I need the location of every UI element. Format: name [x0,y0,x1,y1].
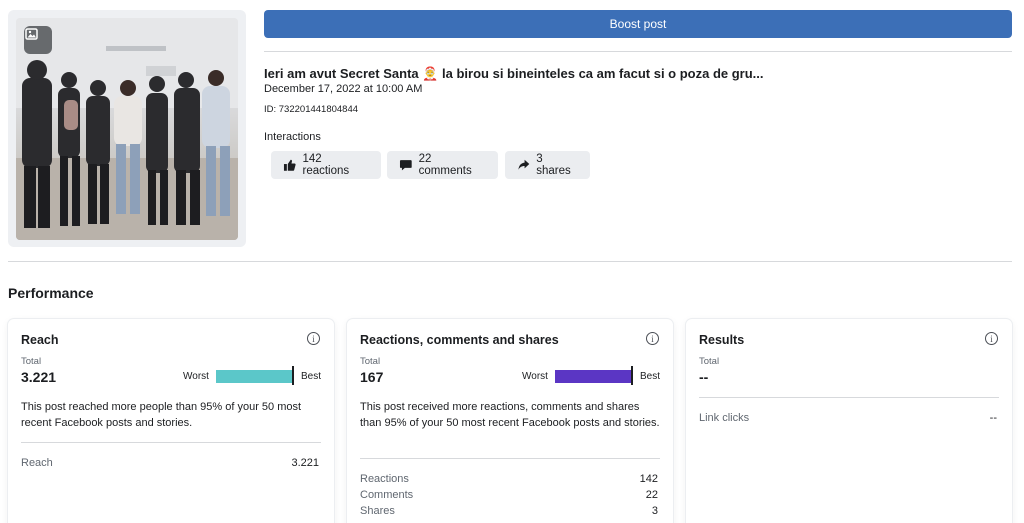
image-icon [24,26,52,54]
row-label: Comments [360,489,414,501]
row-label: Reach [21,457,53,469]
share-icon [518,159,530,170]
total-label: Total [360,356,381,367]
card-description: This post reached more people than 95% o… [21,401,302,429]
card-title: Results [699,333,745,347]
post-date: December 17, 2022 at 10:00 AM [264,83,423,95]
row-value: -- [989,412,997,424]
engagement-card: Reactions, comments and shares i Total 1… [347,319,673,523]
row-label: Link clicks [699,412,750,424]
card-description: This post received more reactions, comme… [360,401,660,429]
post-id: ID: 732201441804844 [264,104,359,115]
reactions-chip-label: 142 reactions [302,153,350,177]
row-value: 22 [645,489,658,501]
row-value: 3.221 [291,457,319,469]
comparison-bar [216,370,294,383]
results-card: Results i Total -- Link clicks -- [686,319,1012,523]
bar-marker [631,366,633,385]
worst-label: Worst [183,371,209,382]
post-thumbnail[interactable] [8,10,246,247]
reach-card: Reach i Total 3.221 Worst Best This post… [8,319,334,523]
info-icon[interactable]: i [307,332,320,345]
divider [360,458,660,459]
info-icon[interactable]: i [985,332,998,345]
interactions-label: Interactions [264,131,321,143]
comments-chip[interactable]: 22 comments [387,151,498,179]
row-value: 3 [651,505,658,517]
boost-post-button[interactable]: Boost post [264,10,1012,38]
post-photo [16,18,238,240]
best-label: Best [640,371,661,382]
performance-title: Performance [8,285,94,301]
thumbs-up-icon [283,159,296,171]
divider [699,397,999,398]
comments-chip-label: 22 comments [418,153,472,177]
worst-label: Worst [522,371,548,382]
total-label: Total [21,356,42,367]
row-label: Reactions [360,473,409,485]
bar-marker [292,366,294,385]
total-value: -- [699,369,709,385]
row-value: 142 [639,473,658,485]
divider [264,51,1012,52]
row-label: Shares [360,505,395,517]
comparison-bar [555,370,633,383]
reactions-chip[interactable]: 142 reactions [271,151,381,179]
total-value: 167 [360,369,384,385]
total-label: Total [699,356,720,367]
divider [8,261,1012,262]
best-label: Best [301,371,322,382]
card-title: Reactions, comments and shares [360,333,559,347]
divider [21,442,321,443]
shares-chip-label: 3 shares [536,153,571,177]
card-title: Reach [21,333,59,347]
info-icon[interactable]: i [646,332,659,345]
shares-chip[interactable]: 3 shares [505,151,590,179]
post-title: Ieri am avut Secret Santa 🤶 la birou si … [264,66,764,81]
total-value: 3.221 [21,369,57,385]
comment-icon [399,160,412,171]
